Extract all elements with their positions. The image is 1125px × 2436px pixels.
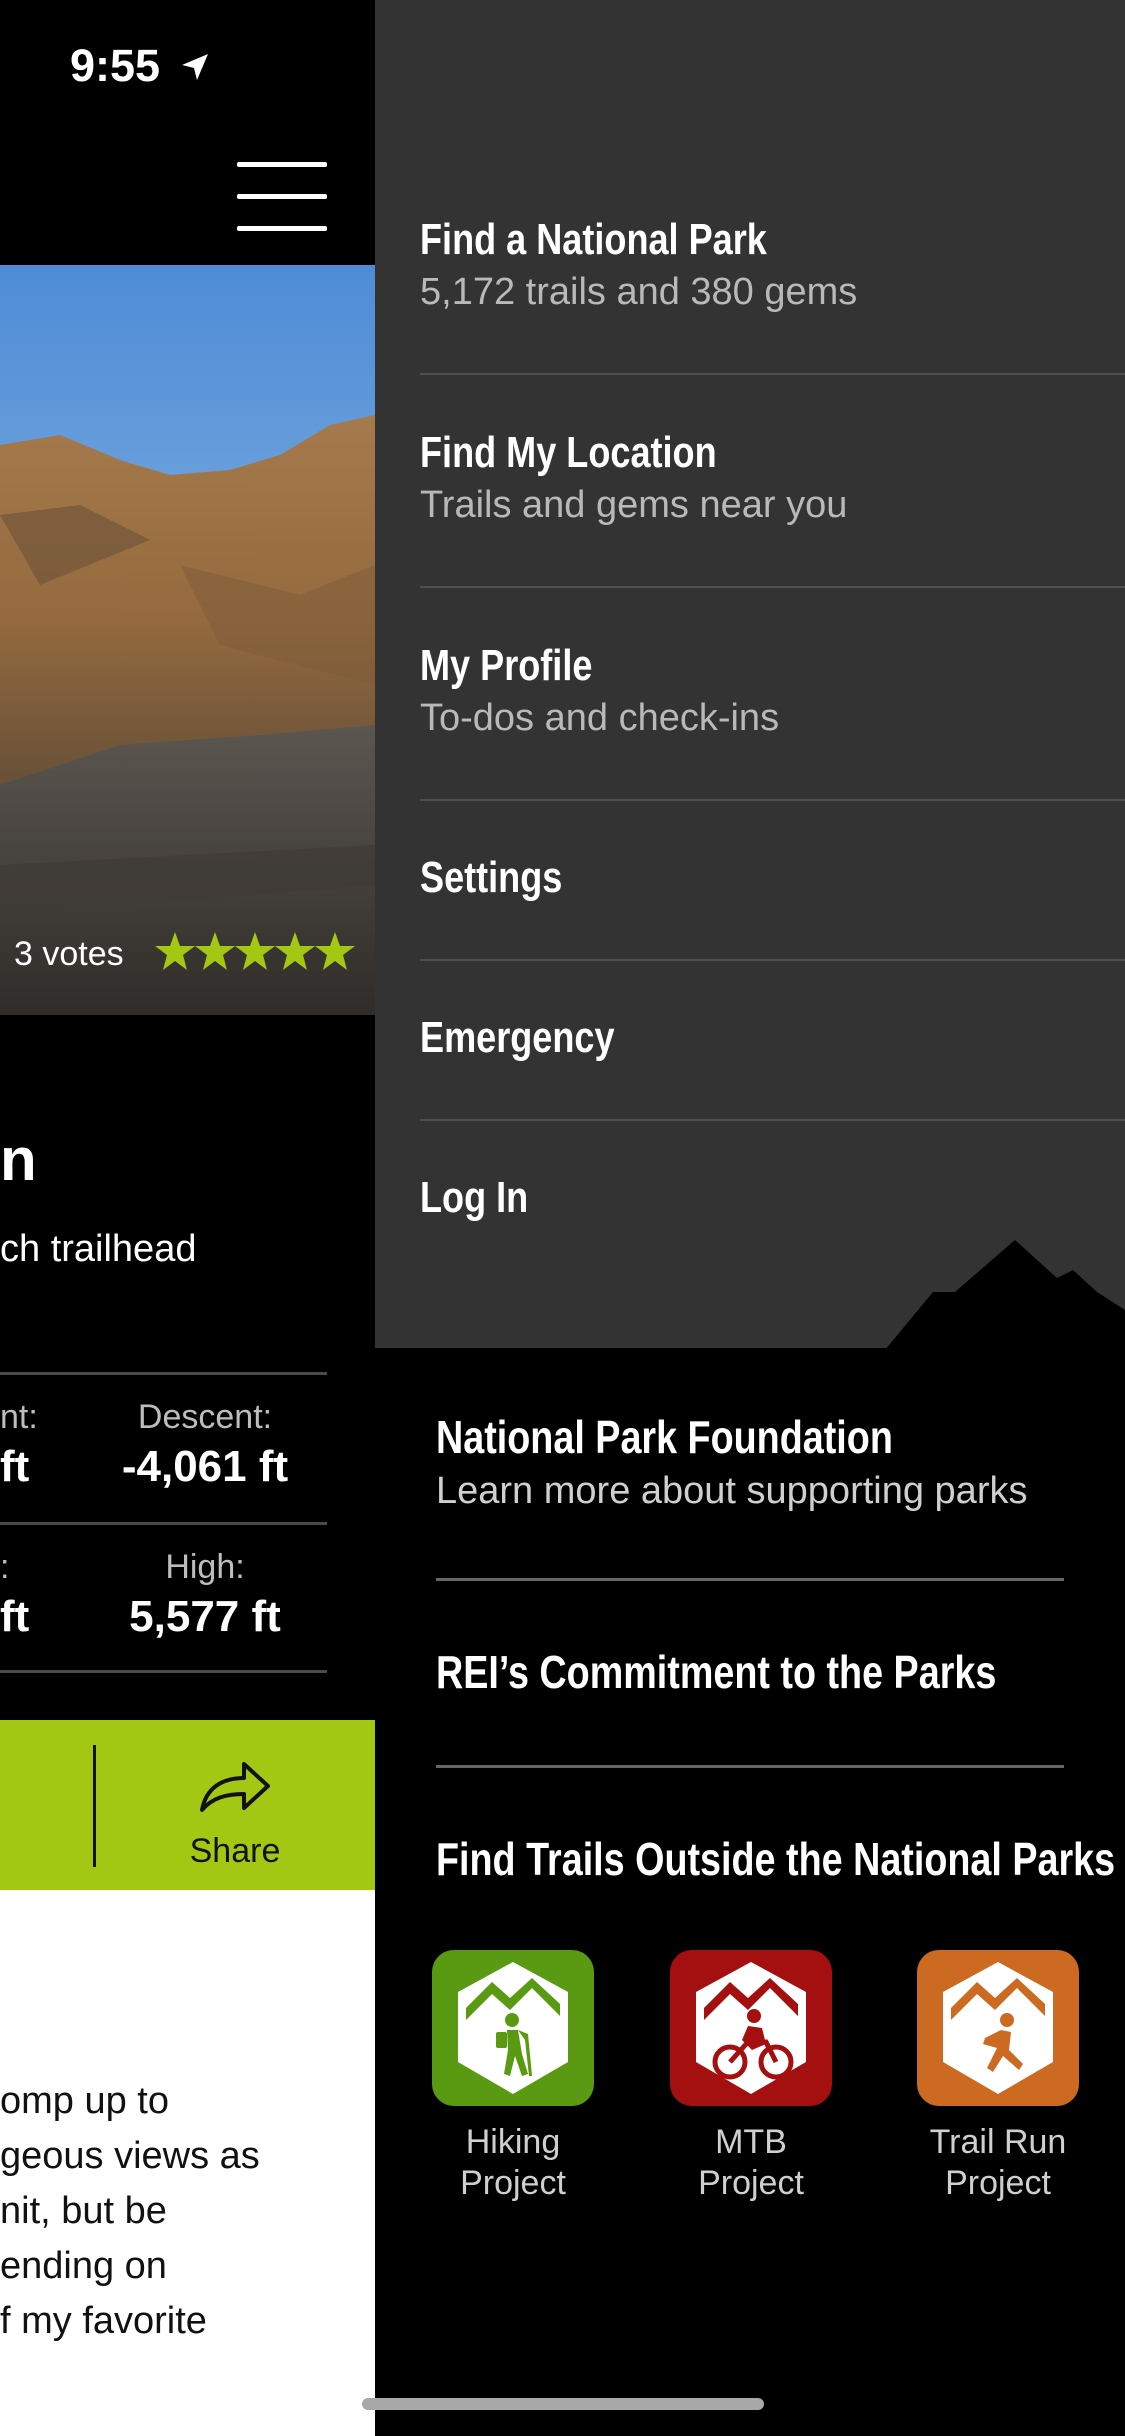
description-line: geous views as bbox=[0, 2135, 260, 2177]
hiking-project-icon bbox=[432, 1950, 594, 2106]
menu-item-subtitle: 5,172 trails and 380 gems bbox=[420, 271, 858, 313]
menu-divider bbox=[420, 799, 1125, 801]
menu-item-find-my-location[interactable]: Find My Location Trails and gems near yo… bbox=[420, 428, 1125, 527]
ascent-label: nt: bbox=[0, 1398, 38, 1436]
description-line: ending on bbox=[0, 2245, 167, 2287]
app-label: Hiking Project bbox=[460, 2123, 566, 2202]
app-label: MTB Project bbox=[698, 2123, 804, 2202]
find-trails-outside-heading: Find Trails Outside the National Parks bbox=[436, 1833, 1116, 1885]
menu-item-title: Settings bbox=[420, 853, 563, 902]
ascent-value: ft bbox=[0, 1442, 30, 1491]
descent-label: Descent: bbox=[137, 1398, 273, 1436]
menu-divider bbox=[420, 959, 1125, 961]
menu-item-find-national-park[interactable]: Find a National Park 5,172 trails and 38… bbox=[420, 215, 1125, 314]
menu-item-emergency[interactable]: Emergency bbox=[420, 1013, 1125, 1063]
stats-divider bbox=[0, 1372, 327, 1375]
link-title: REI’s Commitment to the Parks bbox=[436, 1646, 997, 1698]
menu-item-settings[interactable]: Settings bbox=[420, 853, 1125, 903]
hiking-project-app[interactable]: Hiking Project bbox=[430, 1950, 605, 2204]
link-rei-commitment[interactable]: REI’s Commitment to the Parks bbox=[436, 1645, 1116, 1699]
trail-run-project-app[interactable]: Trail Run Project bbox=[915, 1950, 1090, 2204]
stats-divider bbox=[0, 1670, 327, 1673]
menu-item-log-in[interactable]: Log In bbox=[420, 1173, 1125, 1223]
trail-subtitle: ch trailhead bbox=[0, 1228, 197, 1270]
app-label: Trail Run Project bbox=[929, 2123, 1067, 2202]
vote-count: 3 votes bbox=[14, 935, 124, 973]
high-label: High: bbox=[165, 1548, 245, 1586]
link-national-park-foundation[interactable]: National Park Foundation Learn more abou… bbox=[436, 1410, 1116, 1513]
hamburger-menu-button[interactable] bbox=[237, 162, 327, 232]
menu-divider bbox=[420, 373, 1125, 375]
description-line: omp up to bbox=[0, 2080, 169, 2122]
status-time: 9:55 bbox=[70, 40, 161, 91]
share-icon bbox=[200, 1762, 270, 1812]
stats-divider bbox=[0, 1522, 327, 1525]
description-line: f my favorite bbox=[0, 2300, 207, 2342]
action-divider bbox=[93, 1745, 96, 1867]
trail-title: n bbox=[0, 1126, 37, 1193]
star-icons bbox=[155, 932, 355, 970]
description-line: nit, but be bbox=[0, 2190, 167, 2232]
mtb-project-app[interactable]: MTB Project bbox=[670, 1950, 845, 2204]
links-divider bbox=[436, 1578, 1064, 1581]
link-subtitle: Learn more about supporting parks bbox=[436, 1470, 1028, 1512]
trail-run-project-icon bbox=[917, 1950, 1079, 2106]
location-arrow-icon bbox=[182, 54, 208, 80]
menu-divider bbox=[420, 586, 1125, 588]
trail-photo bbox=[0, 265, 375, 1015]
menu-item-title: Find My Location bbox=[420, 428, 717, 477]
high-value: 5,577 ft bbox=[129, 1592, 281, 1641]
share-label: Share bbox=[189, 1832, 281, 1870]
mtb-project-icon bbox=[670, 1950, 832, 2106]
menu-item-title: My Profile bbox=[420, 641, 593, 690]
menu-item-title: Find a National Park bbox=[420, 215, 767, 264]
link-title: National Park Foundation bbox=[436, 1411, 893, 1463]
menu-item-my-profile[interactable]: My Profile To-dos and check-ins bbox=[420, 641, 1125, 740]
descent-value: -4,061 ft bbox=[121, 1442, 289, 1491]
low-value: ft bbox=[0, 1592, 30, 1641]
menu-item-title: Log In bbox=[420, 1173, 529, 1222]
menu-item-subtitle: To-dos and check-ins bbox=[420, 697, 780, 739]
menu-item-title: Emergency bbox=[420, 1013, 615, 1062]
low-label: : bbox=[0, 1548, 10, 1586]
mountain-silhouette bbox=[885, 1240, 1125, 1350]
rating-stars[interactable] bbox=[155, 928, 355, 983]
home-indicator[interactable] bbox=[362, 2398, 764, 2410]
menu-item-subtitle: Trails and gems near you bbox=[420, 484, 848, 526]
menu-divider bbox=[420, 1119, 1125, 1121]
links-divider bbox=[436, 1765, 1064, 1768]
